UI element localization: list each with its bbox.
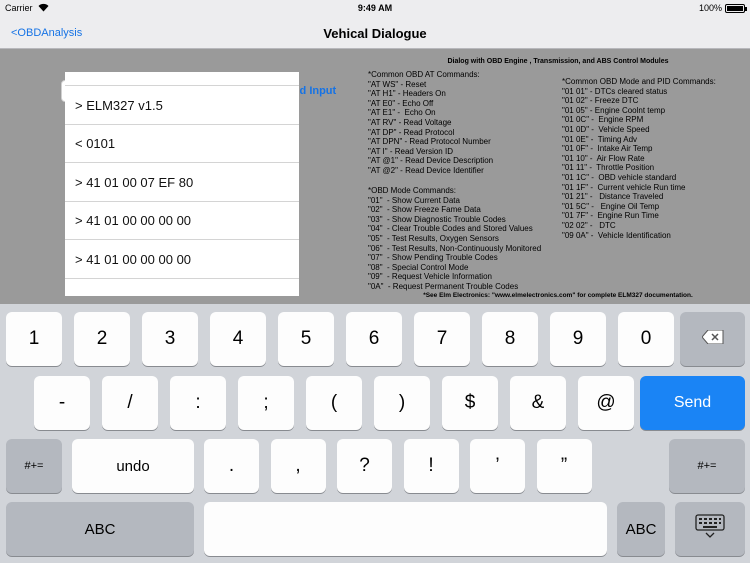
at-command-line: "AT DPN" - Read Protocol Number: [368, 137, 491, 147]
at-command-line: "AT @1" - Read Device Description: [368, 156, 494, 166]
pid-command-line: "02 02" - DTC: [562, 220, 616, 230]
pid-command-line: "01 7F" - Engine Run Time: [562, 211, 659, 221]
mode-command-line: "03" - Show Diagnostic Trouble Codes: [368, 214, 506, 224]
key-row1[interactable]: 6: [346, 312, 402, 366]
abc-key-right[interactable]: ABC: [617, 502, 665, 556]
mode-command-line: "09" - Request Vehicle Information: [368, 272, 492, 282]
at-command-line: "AT I" - Read Version ID: [368, 146, 453, 156]
key-row2[interactable]: -: [34, 376, 90, 430]
reference-footer: *See Elm Electronics: "www.elmelectronic…: [423, 292, 693, 299]
log-row[interactable]: > AT WS: [65, 72, 299, 86]
delete-icon: [700, 328, 724, 350]
undo-key[interactable]: undo: [72, 439, 194, 493]
battery-icon: [725, 4, 747, 13]
key-row3[interactable]: ?: [337, 439, 392, 493]
key-row3[interactable]: ,: [270, 439, 326, 493]
pid-command-line: "01 0C" - Engine RPM: [562, 115, 644, 125]
pid-command-line: "01 21" - Distance Traveled: [562, 192, 664, 202]
reference-title: Dialog with OBD Engine , Transmission, a…: [447, 58, 669, 65]
log-row[interactable]: > ELM327 v1.5: [65, 87, 299, 125]
mode-command-line: "08" - Special Control Mode: [368, 262, 469, 272]
key-row1[interactable]: 0: [618, 312, 674, 366]
key-row2[interactable]: :: [170, 376, 226, 430]
key-row3[interactable]: ’: [470, 439, 525, 493]
at-command-line: "AT H1" - Headers On: [368, 89, 446, 99]
delete-key[interactable]: [680, 312, 745, 366]
key-row1[interactable]: 4: [210, 312, 266, 366]
key-row1[interactable]: 5: [278, 312, 334, 366]
keyboard-dismiss-icon: [695, 514, 725, 544]
pid-command-line: "01 01" - DTCs cleared status: [562, 86, 668, 96]
pid-command-line: "01 5C" - Engine Oil Temp: [562, 201, 660, 211]
log-row[interactable]: > 41 01 00 00 00 00: [65, 241, 299, 279]
key-row3[interactable]: ”: [536, 439, 592, 493]
at-command-line: "AT @2" - Read Device Identifier: [368, 165, 484, 175]
mode-commands-list: *OBD Mode Commands: "01" - Show Current D…: [368, 186, 541, 292]
key-row1[interactable]: 8: [482, 312, 538, 366]
back-button[interactable]: <OBDAnalysis: [11, 27, 82, 39]
dismiss-keyboard-key[interactable]: [675, 502, 745, 556]
at-command-line: "AT RV" - Read Voltage: [368, 117, 452, 127]
at-commands-list: *Common OBD AT Commands: "AT WS" - Reset "…: [368, 70, 493, 176]
pid-command-line: "01 05" - Engine Coolnt temp: [562, 105, 666, 115]
mode-command-line: "0A" - Request Permanent Trouble Codes: [368, 281, 519, 291]
abc-key-left[interactable]: ABC: [6, 502, 194, 556]
mode-command-line: "07" - Show Pending Trouble Codes: [368, 253, 498, 263]
response-log[interactable]: > AT WS> ELM327 v1.5< 0101> 41 01 00 07 …: [65, 72, 299, 296]
mode-command-line: "06" - Test Results, Non-Continuously Mo…: [368, 243, 542, 253]
pid-command-line: "01 1F" - Current vehicle Run time: [562, 182, 686, 192]
key-row2[interactable]: ): [374, 376, 430, 430]
pid-command-line: *Common OBD Mode and PID Commands:: [562, 77, 716, 86]
at-command-line: "AT DP" - Read Protocol: [368, 127, 455, 137]
mode-command-line: "05" - Test Results, Oxygen Sensors: [368, 233, 499, 243]
log-row[interactable]: > 41 01 00 07 EF 80: [65, 164, 299, 202]
key-row1[interactable]: 2: [74, 312, 130, 366]
symbols-key-right[interactable]: #+=: [669, 439, 745, 493]
log-row[interactable]: > 41 01 00 00 00 00: [65, 202, 299, 240]
status-bar: Carrier 9:49 AM 100%: [0, 0, 750, 18]
key-row2[interactable]: &: [510, 376, 566, 430]
key-row3[interactable]: !: [403, 439, 459, 493]
pid-command-line: "01 0F" - Intake Air Temp: [562, 144, 653, 154]
symbols-key-left[interactable]: #+=: [6, 439, 62, 493]
key-row2[interactable]: $: [442, 376, 498, 430]
pid-command-line: "09 0A" - Vehicle Identification: [562, 230, 671, 240]
navigation-bar: <OBDAnalysis Vehical Dialogue: [0, 18, 750, 49]
key-row1[interactable]: 9: [550, 312, 606, 366]
pid-command-line: "01 1C" - OBD vehicle standard: [562, 172, 677, 182]
keyboard: Send #+= undo #+= ABC ABC 1 2 3 4 5 6 7 8 9 0 - /:;…: [0, 304, 750, 563]
mode-command-line: "04" - Clear Trouble Codes and Stored Va…: [368, 224, 533, 234]
log-row[interactable]: < 0101: [65, 125, 299, 163]
key-row1[interactable]: 1: [6, 312, 62, 366]
battery-percent: 100%: [698, 3, 722, 13]
mode-command-line: "01" - Show Current Data: [368, 195, 460, 205]
at-command-line: "AT E0" - Echo Off: [368, 98, 434, 108]
key-row1[interactable]: 3: [142, 312, 198, 366]
key-row2[interactable]: /: [102, 376, 158, 430]
key-row3[interactable]: .: [204, 439, 259, 493]
pid-command-line: "01 10" - Air Flow Rate: [562, 153, 645, 163]
key-row2[interactable]: (: [306, 376, 362, 430]
send-key[interactable]: Send: [640, 376, 745, 430]
at-command-line: "AT E1" - Echo On: [368, 108, 436, 118]
mode-command-line: *OBD Mode Commands:: [368, 186, 457, 195]
mode-command-line: "02" - Show Freeze Fame Data: [368, 205, 481, 215]
space-key[interactable]: [204, 502, 607, 556]
key-row2[interactable]: @: [578, 376, 634, 430]
pid-commands-list: *Common OBD Mode and PID Commands: "01 01…: [562, 77, 716, 240]
pid-command-line: "01 11" - Throttle Position: [562, 163, 655, 173]
pid-command-line: "01 0D" - Vehicle Speed: [562, 124, 650, 134]
at-command-line: "AT WS" - Reset: [368, 79, 427, 89]
key-row2[interactable]: ;: [238, 376, 294, 430]
pid-command-line: "01 02" - Freeze DTC: [562, 96, 639, 106]
pid-command-line: "01 0E" - Timing Adv: [562, 134, 638, 144]
clock: 9:49 AM: [357, 3, 393, 13]
key-row1[interactable]: 7: [414, 312, 470, 366]
at-command-line: *Common OBD AT Commands:: [368, 70, 480, 79]
page-title: Vehical Dialogue: [323, 26, 427, 41]
